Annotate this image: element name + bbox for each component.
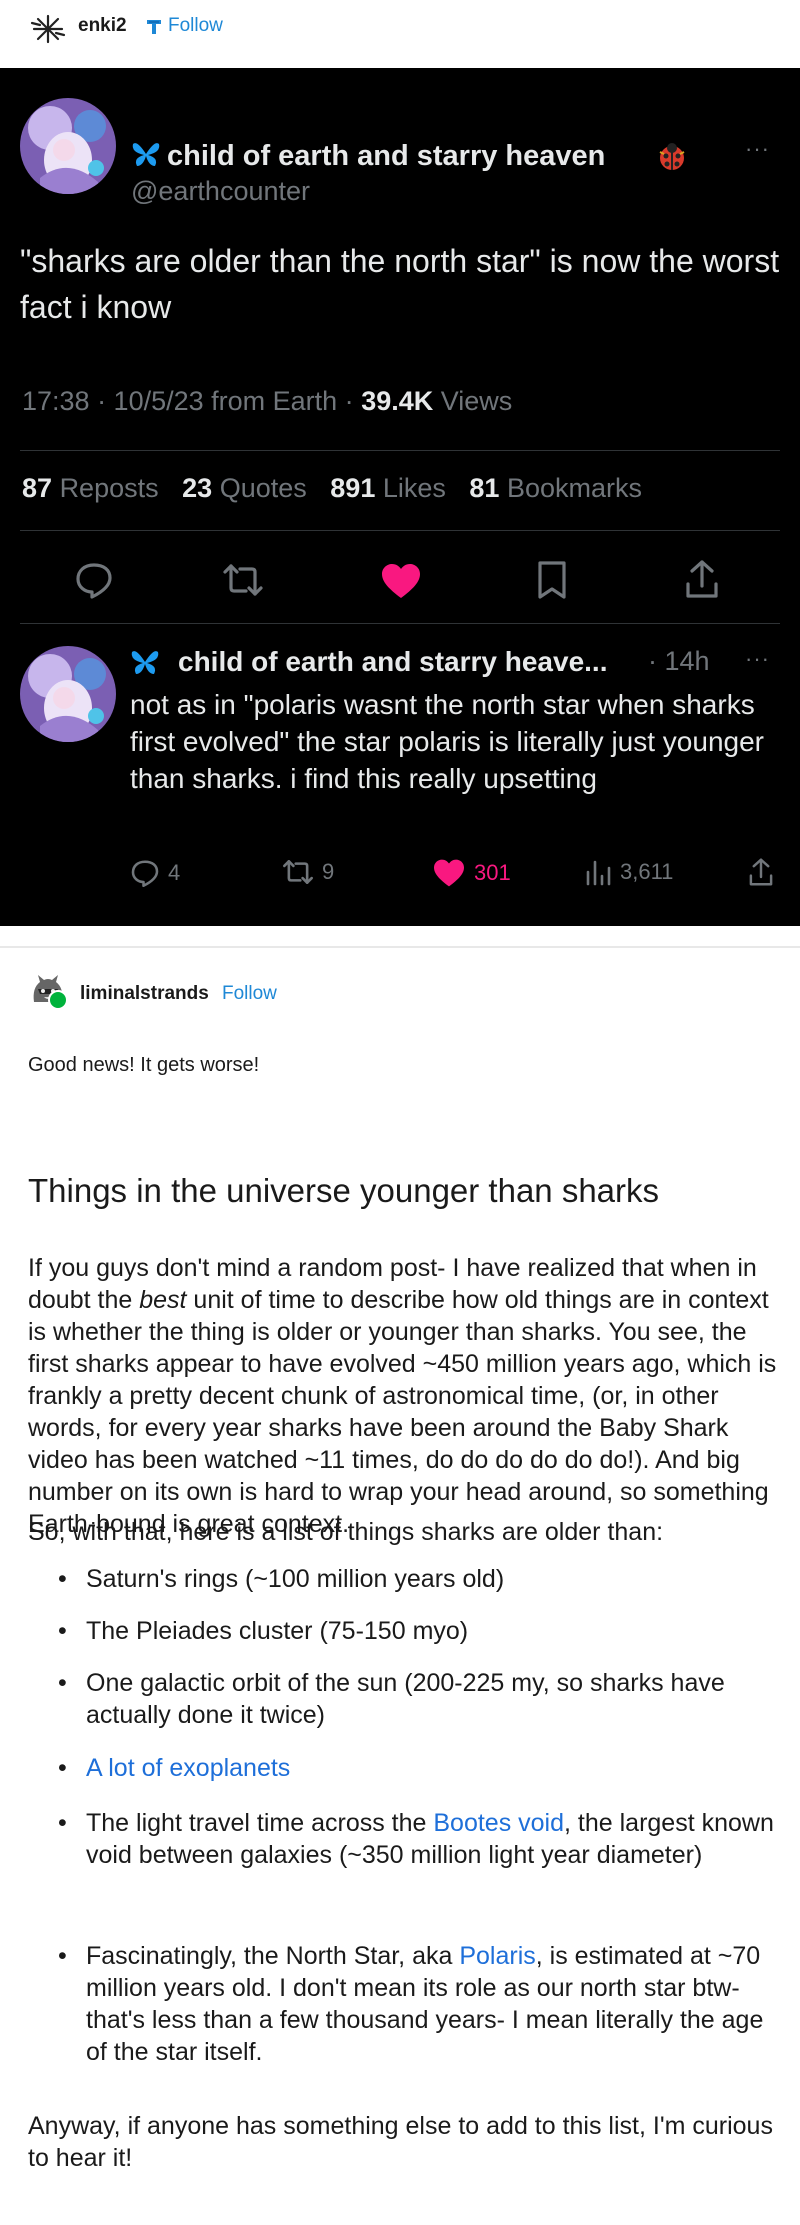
online-badge-icon xyxy=(48,990,68,1010)
emphasis-text: best xyxy=(139,1286,187,1314)
post-separator xyxy=(0,946,800,948)
views-count: 3,611 xyxy=(620,859,674,884)
reblog-header: enki2 Follow xyxy=(0,0,800,68)
reply-time: · 14h xyxy=(648,646,710,676)
tweet-text: "sharks are older than the north star" i… xyxy=(20,243,780,325)
paragraph-closing: Anyway, if anyone has something else to … xyxy=(28,2112,773,2172)
reposts-label[interactable]: Reposts xyxy=(60,473,159,503)
tweet-timestamp: 17:38 · 10/5/23 from Earth · xyxy=(22,386,362,416)
likes-count[interactable]: 891 xyxy=(330,473,375,503)
heart-icon xyxy=(434,859,464,887)
divider xyxy=(20,623,780,624)
reposts-count[interactable]: 87 xyxy=(22,473,52,503)
list-item: The light travel time across the Bootes … xyxy=(58,1807,776,1871)
sparkle-burst-icon[interactable] xyxy=(30,14,66,44)
tweet-stats: 87 Reposts 23 Quotes 891 Likes 81 Bookma… xyxy=(22,473,642,504)
follow-button[interactable]: Follow xyxy=(222,983,277,1005)
list-item: The Pleiades cluster (75-150 myo) xyxy=(58,1615,776,1647)
more-options-icon[interactable]: ··· xyxy=(745,646,770,672)
reply-author-avatar[interactable] xyxy=(20,646,116,742)
list-item: Saturn's rings (~100 million years old) xyxy=(58,1563,776,1595)
tweet-handle[interactable]: @earthcounter xyxy=(131,176,310,207)
reply-display-name[interactable]: child of earth and starry heave... xyxy=(178,646,607,678)
repost-icon[interactable] xyxy=(222,562,264,598)
likes-label[interactable]: Likes xyxy=(383,473,446,503)
views-count: 39.4K xyxy=(361,386,434,416)
views-chart-icon xyxy=(586,860,611,886)
list-item-text: Fascinatingly, the North Star, aka xyxy=(86,1942,460,1970)
bootes-void-link[interactable]: Bootes void xyxy=(433,1809,564,1837)
post-username[interactable]: liminalstrands xyxy=(80,983,209,1005)
divider xyxy=(20,530,780,531)
paragraph-text: unit of time to describe how old things … xyxy=(28,1286,777,1538)
reply-count: 4 xyxy=(168,860,181,885)
bookmarks-count[interactable]: 81 xyxy=(469,473,499,503)
tweet-screenshot: child of earth and starry heaven ··· @ea… xyxy=(0,68,800,926)
article-title: Things in the universe younger than shar… xyxy=(28,1172,660,1209)
reply-icon xyxy=(131,860,159,888)
reply-like-action[interactable]: 301 xyxy=(432,858,511,888)
butterfly-emoji-icon xyxy=(131,651,159,674)
paragraph-intro: If you guys don't mind a random post- I … xyxy=(28,1252,778,1540)
quotes-count[interactable]: 23 xyxy=(182,473,212,503)
butterfly-emoji-icon xyxy=(132,143,160,166)
more-options-icon[interactable]: ··· xyxy=(745,136,770,162)
share-icon[interactable] xyxy=(748,856,774,888)
tweet-display-name[interactable]: child of earth and starry heaven xyxy=(167,140,605,173)
heart-icon[interactable] xyxy=(380,562,422,600)
list-item: Fascinatingly, the North Star, aka Polar… xyxy=(58,1940,776,2068)
reply-text: not as in "polaris wasnt the north star … xyxy=(130,689,764,794)
polaris-link[interactable]: Polaris xyxy=(459,1942,535,1970)
quotes-label[interactable]: Quotes xyxy=(220,473,307,503)
like-count: 301 xyxy=(474,860,511,885)
bookmark-icon[interactable] xyxy=(536,560,568,600)
repost-count: 9 xyxy=(322,859,335,884)
exoplanets-link[interactable]: A lot of exoplanets xyxy=(86,1754,290,1782)
reply-reply-action[interactable]: 4 xyxy=(130,858,180,888)
tumblr-badge-icon xyxy=(147,20,161,34)
list-item: One galactic orbit of the sun (200-225 m… xyxy=(58,1667,776,1731)
reply-icon[interactable] xyxy=(74,560,114,600)
divider xyxy=(20,450,780,451)
repost-icon xyxy=(282,860,314,884)
reblogger-username[interactable]: enki2 xyxy=(78,15,127,37)
list-item: A lot of exoplanets xyxy=(58,1752,776,1784)
post-lead-text: Good news! It gets worse! xyxy=(28,1054,260,1076)
reply-views-action[interactable]: 3,611 xyxy=(584,858,673,886)
ladybug-emoji-icon xyxy=(659,143,685,170)
share-icon[interactable] xyxy=(684,558,720,600)
tweet-meta: 17:38 · 10/5/23 from Earth · 39.4K Views xyxy=(22,386,512,417)
views-label: Views xyxy=(433,386,513,416)
paragraph-list-intro: So, with that, here is a list of things … xyxy=(28,1518,664,1546)
tweet-author-avatar[interactable] xyxy=(20,98,116,194)
bookmarks-label[interactable]: Bookmarks xyxy=(507,473,642,503)
follow-button[interactable]: Follow xyxy=(168,15,223,37)
reply-repost-action[interactable]: 9 xyxy=(282,858,334,886)
list-item-text: The light travel time across the xyxy=(86,1809,434,1837)
